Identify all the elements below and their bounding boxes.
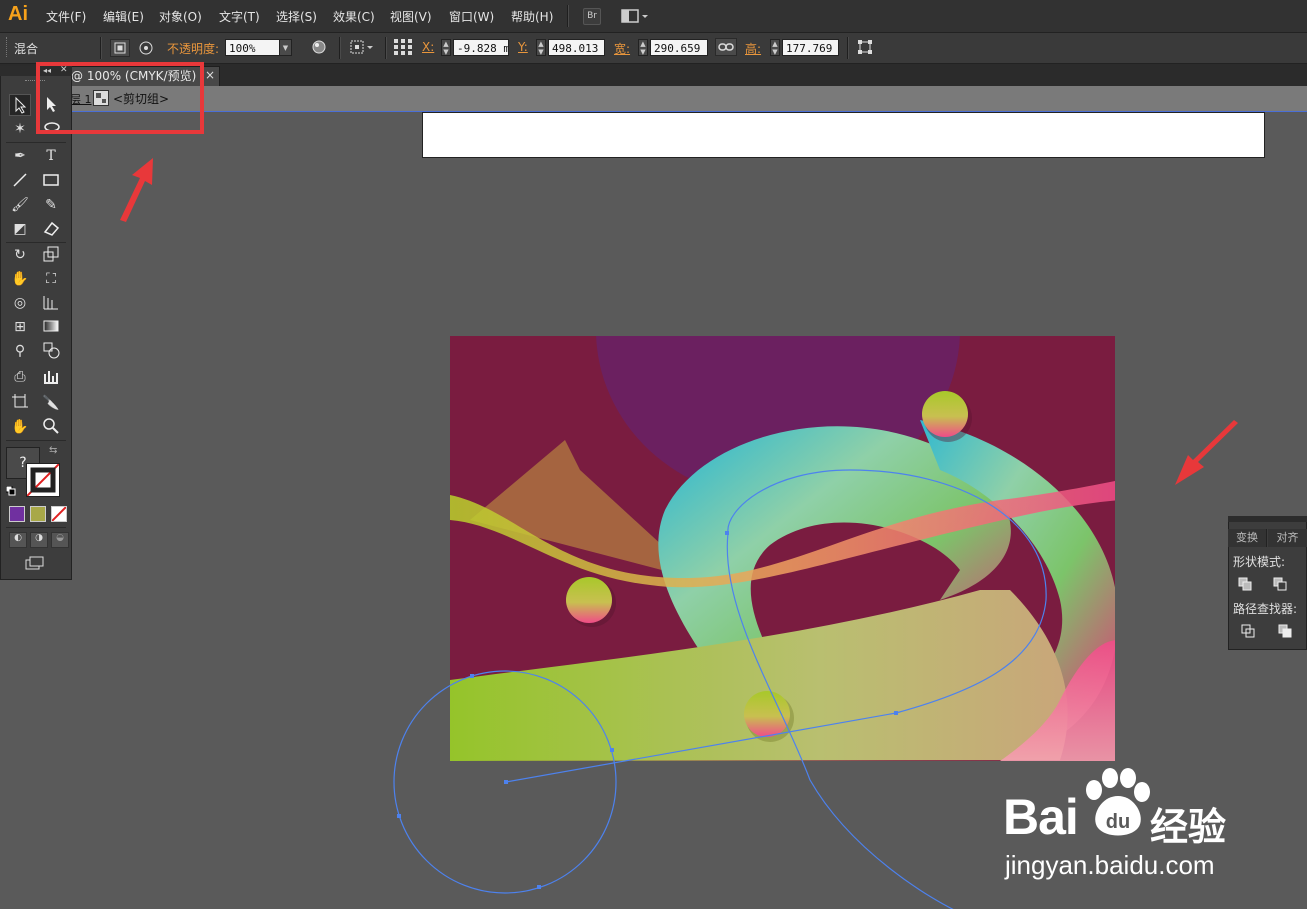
svg-text:du: du <box>1106 811 1130 833</box>
gradient-mode-button[interactable] <box>30 506 46 522</box>
tool-separator <box>6 440 66 441</box>
free-transform-tool-icon[interactable]: ⛶ <box>40 268 62 290</box>
mesh-tool-icon[interactable]: ⊞ <box>9 316 31 338</box>
red-arrow-down-icon <box>1175 420 1238 485</box>
baidu-paw-logo-icon: du <box>1086 768 1150 836</box>
trim-icon <box>1278 624 1292 638</box>
none-mode-button[interactable] <box>51 506 67 522</box>
tool-separator <box>6 142 66 143</box>
shape-modes-label: 形状模式: <box>1233 555 1286 569</box>
blend-tool-icon[interactable] <box>40 340 62 362</box>
unite-icon <box>1238 577 1252 591</box>
default-colors-icon[interactable] <box>5 485 16 496</box>
rotate-tool-icon[interactable]: ↻ <box>9 244 31 266</box>
sphere-bottom <box>744 691 790 737</box>
rectangle-tool-icon[interactable] <box>40 170 62 192</box>
pen-tool-icon[interactable]: ✒ <box>9 145 31 167</box>
stroke-swatch[interactable] <box>26 463 60 497</box>
column-graph-tool-icon[interactable] <box>40 366 62 388</box>
scale-tool-icon[interactable] <box>40 244 62 266</box>
tab-transform[interactable]: 变换 <box>1228 529 1267 547</box>
red-arrow-up-icon <box>120 158 153 222</box>
zoom-tool-icon[interactable] <box>40 416 62 438</box>
minus-front-icon <box>1273 577 1287 591</box>
draw-inside-icon[interactable]: ◒ <box>51 532 69 548</box>
sphere-top <box>922 391 968 437</box>
divide-icon <box>1241 624 1255 638</box>
tool-separator <box>6 242 66 243</box>
slice-tool-icon[interactable]: 🔪 <box>40 392 62 414</box>
baidu-jingyan-wordmark: 经验 <box>1150 805 1227 849</box>
eraser-tool-icon[interactable] <box>40 218 62 240</box>
minus-front-button[interactable] <box>1272 576 1288 592</box>
tab-align[interactable]: 对齐 <box>1268 529 1307 547</box>
baidu-url: jingyan.baidu.com <box>1005 850 1215 880</box>
color-mode-button[interactable] <box>9 506 25 522</box>
line-tool-icon[interactable] <box>9 170 31 192</box>
warp-tool-icon[interactable]: ✋ <box>9 268 31 290</box>
sphere-left <box>566 577 612 623</box>
gradient-tool-icon[interactable] <box>40 316 62 338</box>
screen-mode-button[interactable] <box>24 555 46 571</box>
pencil-tool-icon[interactable]: ✎ <box>40 194 62 216</box>
annotation-highlight-box <box>36 62 204 134</box>
paintbrush-tool-icon[interactable]: 🖌 <box>9 194 31 216</box>
eyedropper-tool-icon[interactable]: ⚲ <box>9 340 31 362</box>
hand-tool-icon[interactable]: ✋ <box>9 416 31 438</box>
unite-button[interactable] <box>1237 576 1253 592</box>
shape-builder-tool-icon[interactable]: ◎ <box>9 292 31 314</box>
baidu-wordmark: Bai <box>1003 789 1079 845</box>
clip-group-artwork[interactable] <box>450 160 1120 761</box>
blob-brush-tool-icon[interactable]: ◩ <box>9 218 31 240</box>
perspective-grid-tool-icon[interactable] <box>40 292 62 314</box>
type-tool-icon[interactable]: T <box>40 145 62 167</box>
trim-button[interactable] <box>1277 623 1293 639</box>
divide-button[interactable] <box>1240 623 1256 639</box>
tool-separator <box>6 527 66 528</box>
artboard-tool-icon[interactable] <box>9 392 31 414</box>
symbol-sprayer-tool-icon[interactable]: ⎙ <box>9 366 31 388</box>
magic-wand-tool-icon[interactable]: ✶ <box>9 118 31 140</box>
draw-normal-icon[interactable]: ◐ <box>9 532 27 548</box>
swap-fill-stroke-icon[interactable]: ⇆ <box>49 445 57 456</box>
draw-behind-icon[interactable]: ◑ <box>30 532 48 548</box>
selection-tool-icon[interactable] <box>9 94 31 116</box>
pathfinders-label: 路径查找器: <box>1233 602 1298 616</box>
screen-mode-icon <box>25 556 44 570</box>
panel-header[interactable] <box>1228 516 1307 522</box>
